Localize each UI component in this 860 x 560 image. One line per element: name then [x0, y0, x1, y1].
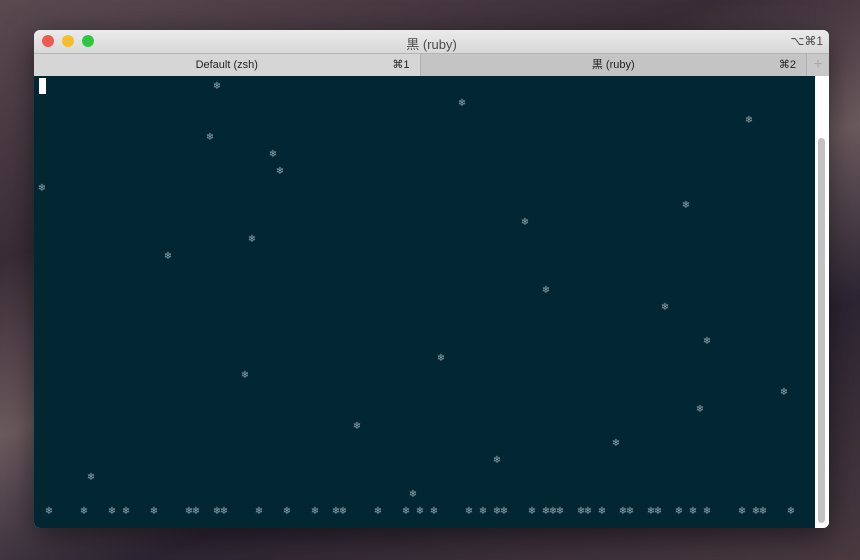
tab-label: 黒 (ruby) — [591, 59, 635, 71]
snowflake: ❄ — [282, 506, 292, 517]
snowflake: ❄ — [310, 506, 320, 517]
snowflake: ❄ — [149, 506, 159, 517]
snowflake: ❄ — [674, 506, 684, 517]
snowflake: ❄ — [121, 506, 131, 517]
snowflake: ❄ — [744, 115, 754, 126]
tab-shortcut: ⌘1 — [392, 59, 410, 71]
snowflake: ❄ — [44, 506, 54, 517]
tab-label: Default (zsh) — [195, 59, 258, 71]
snowflake: ❄ — [758, 506, 768, 517]
snowflake: ❄ — [408, 489, 418, 500]
snowflake: ❄ — [401, 506, 411, 517]
snowflake: ❄ — [205, 132, 215, 143]
snowflake: ❄ — [464, 506, 474, 517]
snowflake: ❄ — [268, 149, 278, 160]
terminal-cursor — [39, 78, 46, 94]
snowflake: ❄ — [240, 370, 250, 381]
snowflake: ❄ — [499, 506, 509, 517]
snowflake: ❄ — [373, 506, 383, 517]
snowflake: ❄ — [191, 506, 201, 517]
snowflake: ❄ — [478, 506, 488, 517]
snowflake: ❄ — [541, 285, 551, 296]
snowflake: ❄ — [436, 353, 446, 364]
snowflake: ❄ — [702, 506, 712, 517]
snowflake: ❄ — [247, 234, 257, 245]
tab-ruby[interactable]: 黒 (ruby) ⌘2 — [420, 54, 807, 76]
snowflake: ❄ — [527, 506, 537, 517]
window-title: 黒 (ruby) — [406, 37, 457, 52]
new-tab-button[interactable]: + — [807, 54, 829, 76]
snowflake: ❄ — [415, 506, 425, 517]
terminal-output[interactable]: ❄ ❄ ❄ ❄ ❄ ❄ ❄ ❄ ❄ ❄ ❄ ❄ ❄ ❄ ❄ ❄ ❄ ❄ ❄ ❄ ❄ ❄ ❄ ❄ ❄ ❄ ❄ ❄ ❄ ❄ ❄ ❄ ❄ ❄ ❄ ❄ ❄ ❄ ❄ ❄… — [34, 76, 815, 528]
snowflake: ❄ — [702, 336, 712, 347]
scrollbar[interactable] — [815, 76, 829, 528]
snowflake: ❄ — [37, 183, 47, 194]
snowflake: ❄ — [597, 506, 607, 517]
snowflake: ❄ — [352, 421, 362, 432]
snowflake: ❄ — [611, 438, 621, 449]
snowflake: ❄ — [779, 387, 789, 398]
snowflake: ❄ — [555, 506, 565, 517]
snowflake: ❄ — [79, 506, 89, 517]
snowflake: ❄ — [338, 506, 348, 517]
snowflake: ❄ — [429, 506, 439, 517]
window-shortcut: ⌥⌘1 — [790, 34, 823, 48]
snowflake: ❄ — [275, 166, 285, 177]
snowflake: ❄ — [86, 472, 96, 483]
snowflake: ❄ — [660, 302, 670, 313]
tab-bar: Default (zsh) ⌘1 黒 (ruby) ⌘2 + — [34, 53, 829, 77]
snowflake: ❄ — [737, 506, 747, 517]
snowflake: ❄ — [212, 81, 222, 92]
snowflake: ❄ — [254, 506, 264, 517]
terminal-window: 黒 (ruby) ⌥⌘1 Default (zsh) ⌘1 黒 (ruby) ⌘… — [34, 30, 829, 528]
snowflake: ❄ — [492, 455, 502, 466]
snowflake: ❄ — [219, 506, 229, 517]
snowflake: ❄ — [695, 404, 705, 415]
snowflake: ❄ — [625, 506, 635, 517]
snowflake: ❄ — [688, 506, 698, 517]
snowflake: ❄ — [520, 217, 530, 228]
tab-shortcut: ⌘2 — [778, 59, 796, 71]
title-bar: 黒 (ruby) ⌥⌘1 — [34, 30, 829, 53]
snowflake: ❄ — [457, 98, 467, 109]
tab-default-zsh[interactable]: Default (zsh) ⌘1 — [34, 54, 421, 76]
scrollbar-thumb[interactable] — [818, 138, 825, 523]
snowflake: ❄ — [653, 506, 663, 517]
snowflake: ❄ — [583, 506, 593, 517]
snowflake: ❄ — [786, 506, 796, 517]
snowflake: ❄ — [163, 251, 173, 262]
snowflake: ❄ — [681, 200, 691, 211]
snowflake: ❄ — [107, 506, 117, 517]
